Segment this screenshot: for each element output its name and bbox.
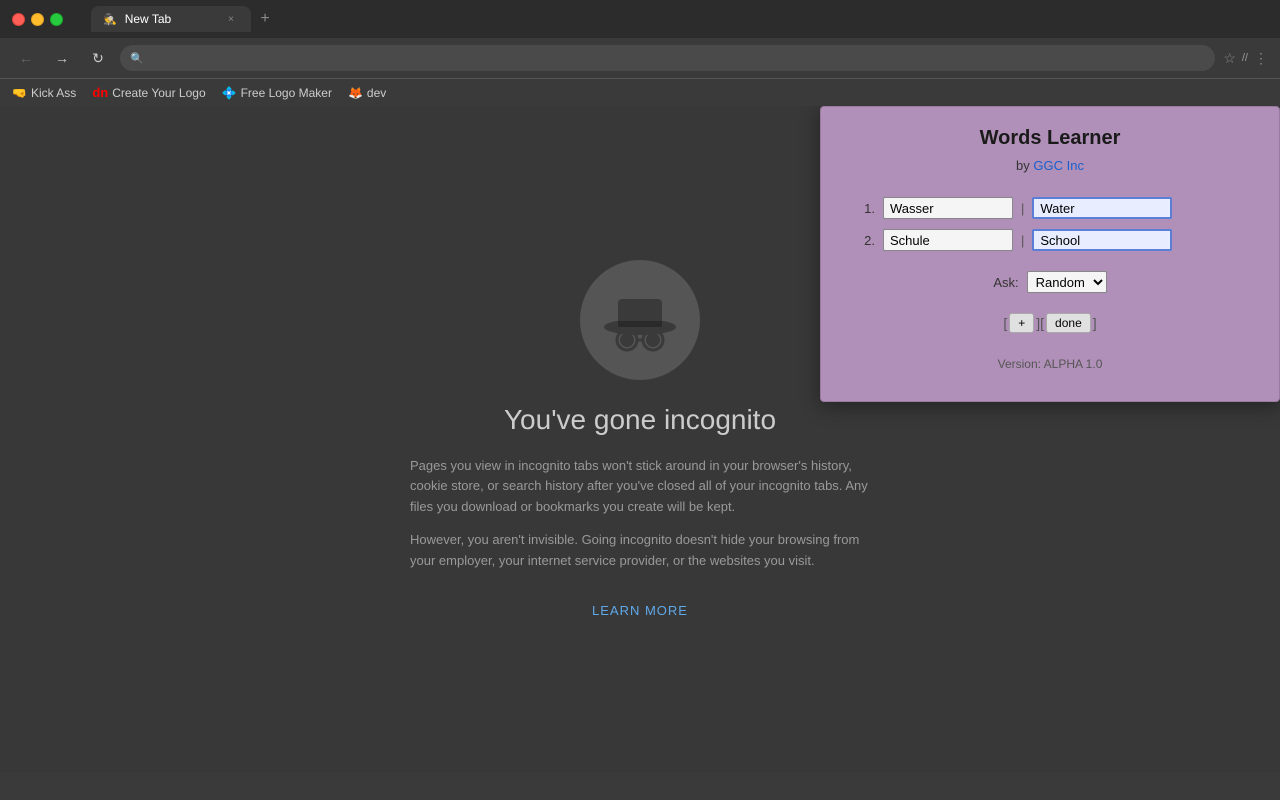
- word-translation-2[interactable]: [1032, 229, 1172, 251]
- incognito-avatar: [580, 260, 700, 380]
- done-button[interactable]: done: [1046, 313, 1091, 333]
- ggc-link[interactable]: GGC Inc: [1033, 158, 1084, 173]
- maximize-button[interactable]: [50, 13, 63, 26]
- word-original-1[interactable]: [883, 197, 1013, 219]
- word-pair-1: 1. |: [851, 197, 1249, 219]
- word-number-1: 1.: [851, 201, 875, 216]
- learn-more-link[interactable]: LEARN MORE: [592, 603, 688, 618]
- popup-version: Version: ALPHA 1.0: [851, 357, 1249, 371]
- popup-byline: by GGC Inc: [851, 158, 1249, 173]
- tab-title: New Tab: [125, 12, 171, 26]
- back-icon: ←: [19, 50, 33, 66]
- traffic-lights: [12, 13, 63, 26]
- close-button[interactable]: [12, 13, 25, 26]
- new-tab-button[interactable]: +: [251, 6, 279, 32]
- bookmark-create-logo[interactable]: dn Create Your Logo: [92, 85, 205, 100]
- incognito-content: You've gone incognito Pages you view in …: [390, 240, 890, 639]
- word-pairs: 1. | 2. |: [851, 197, 1249, 251]
- url-input[interactable]: [150, 51, 1206, 65]
- incognito-title: You've gone incognito: [504, 404, 776, 436]
- title-bar: 🕵️ New Tab × +: [0, 0, 1280, 38]
- free-logo-icon: 💠: [222, 86, 237, 100]
- incognito-para1: Pages you view in incognito tabs won't s…: [410, 456, 870, 518]
- tab-close-icon[interactable]: ×: [223, 11, 239, 27]
- incognito-para2: However, you aren't invisible. Going inc…: [410, 530, 870, 572]
- right-bracket: ]: [1093, 315, 1097, 331]
- extensions-icon[interactable]: //: [1242, 52, 1248, 64]
- word-pair-2: 2. |: [851, 229, 1249, 251]
- bookmarks-bar: 🤜 Kick Ass dn Create Your Logo 💠 Free Lo…: [0, 78, 1280, 106]
- action-row: [ + ] [ done ]: [851, 313, 1249, 333]
- words-learner-popup: Words Learner by GGC Inc 1. | 2. | Ask:: [820, 106, 1280, 402]
- toolbar: ← → ↻ 🔍 ☆ // ⋮: [0, 38, 1280, 78]
- bookmark-kick-ass[interactable]: 🤜 Kick Ass: [12, 86, 76, 100]
- back-button[interactable]: ←: [12, 44, 40, 72]
- ask-select[interactable]: Random In Order Reverse: [1027, 271, 1107, 293]
- address-bar[interactable]: 🔍: [120, 45, 1215, 71]
- menu-icon[interactable]: ⋮: [1254, 50, 1268, 67]
- bookmark-label: Kick Ass: [31, 86, 76, 100]
- star-icon[interactable]: ☆: [1223, 50, 1236, 67]
- word-translation-1[interactable]: [1032, 197, 1172, 219]
- minimize-button[interactable]: [31, 13, 44, 26]
- toolbar-actions: ☆ // ⋮: [1223, 50, 1268, 67]
- refresh-button[interactable]: ↻: [84, 44, 112, 72]
- ask-label: Ask:: [993, 275, 1018, 290]
- search-icon: 🔍: [130, 52, 144, 65]
- page-content: You've gone incognito Pages you view in …: [0, 106, 1280, 772]
- bookmark-label: Create Your Logo: [112, 86, 205, 100]
- bookmark-free-logo[interactable]: 💠 Free Logo Maker: [222, 86, 332, 100]
- bookmark-dev[interactable]: 🦊 dev: [348, 86, 386, 100]
- forward-button[interactable]: →: [48, 44, 76, 72]
- refresh-icon: ↻: [92, 50, 104, 67]
- bookmark-label: Free Logo Maker: [241, 86, 332, 100]
- word-original-2[interactable]: [883, 229, 1013, 251]
- bookmark-label: dev: [367, 86, 386, 100]
- active-tab[interactable]: 🕵️ New Tab ×: [91, 6, 251, 32]
- word-number-2: 2.: [851, 233, 875, 248]
- popup-title: Words Learner: [851, 127, 1249, 150]
- kick-ass-icon: 🤜: [12, 86, 27, 100]
- left-bracket: [: [1003, 315, 1007, 331]
- dev-icon: 🦊: [348, 86, 363, 100]
- sep-bracket: [: [1040, 315, 1044, 331]
- create-logo-icon: dn: [92, 85, 108, 100]
- add-button[interactable]: +: [1009, 313, 1034, 333]
- ask-row: Ask: Random In Order Reverse: [851, 271, 1249, 293]
- forward-icon: →: [55, 50, 69, 66]
